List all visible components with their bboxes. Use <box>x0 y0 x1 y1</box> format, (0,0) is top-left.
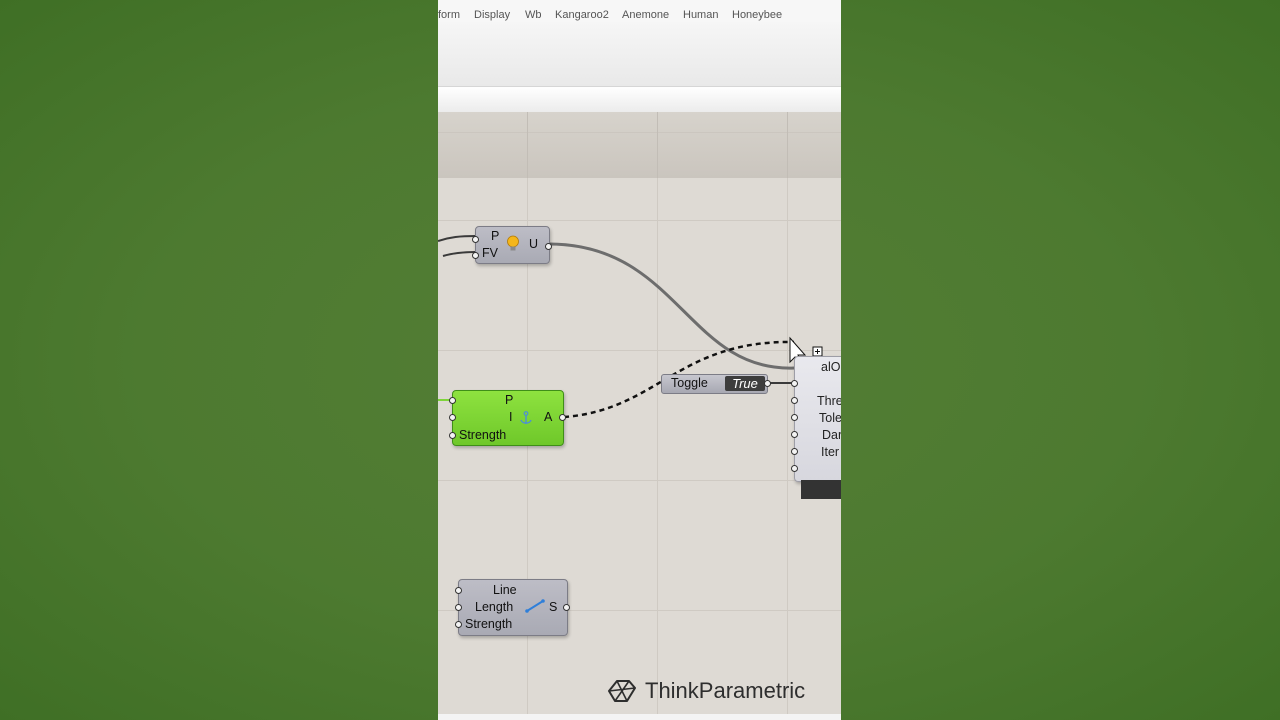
lightbulb-icon <box>507 235 519 251</box>
port-fv[interactable] <box>472 252 479 259</box>
length-component[interactable]: Line Length Strength S <box>455 579 570 636</box>
anchor-component[interactable]: P I Strength A <box>449 390 566 446</box>
input-line: Line <box>493 583 517 597</box>
input-damping: Dar <box>822 428 841 442</box>
port-u[interactable] <box>545 243 552 250</box>
port-toggle-output[interactable] <box>764 380 771 387</box>
output-s: S <box>549 600 558 614</box>
port-p[interactable] <box>449 397 456 404</box>
input-p: P <box>505 393 514 407</box>
port-s[interactable] <box>563 604 570 611</box>
input-fv: FV <box>482 246 498 260</box>
input-strength: Strength <box>465 617 513 631</box>
input-length: Length <box>475 600 514 614</box>
boolean-toggle[interactable]: Toggle True <box>661 374 771 394</box>
port-length[interactable] <box>455 604 462 611</box>
port-strength[interactable] <box>449 432 456 439</box>
port-a[interactable] <box>559 414 566 421</box>
port-p[interactable] <box>472 236 479 243</box>
port-threshold[interactable] <box>791 397 798 404</box>
input-strength: Strength <box>459 428 507 442</box>
toggle-value[interactable]: True <box>725 376 765 391</box>
wire-incoming-p <box>438 235 477 242</box>
output-u: U <box>529 237 539 251</box>
solver-component[interactable]: alO Thre Tole Dar Iter <box>791 356 841 482</box>
port-damping[interactable] <box>791 431 798 438</box>
thinkparametric-logo-icon <box>608 680 636 702</box>
line-length-icon <box>525 599 545 613</box>
thinkparametric-watermark: ThinkParametric <box>605 678 805 704</box>
input-threshold: Thre <box>817 394 841 408</box>
input-i: I <box>509 410 513 424</box>
input-tolerance: Tole <box>819 411 841 425</box>
unary-force-component[interactable]: P FV U <box>472 226 552 264</box>
brand-name: ThinkParametric <box>645 678 806 703</box>
port-iterations[interactable] <box>791 448 798 455</box>
wire-unary-to-solver <box>548 242 795 370</box>
anchor-icon <box>520 411 532 424</box>
port-tolerance[interactable] <box>791 414 798 421</box>
input-p: P <box>491 229 500 243</box>
input-iterations: Iter <box>821 445 840 459</box>
port-reset[interactable] <box>791 380 798 387</box>
grasshopper-window: form Display Wb Kangaroo2 Anemone Human … <box>438 0 841 720</box>
port-i[interactable] <box>449 414 456 421</box>
output-a: A <box>544 410 553 424</box>
solver-header: alO <box>821 360 841 374</box>
port-line[interactable] <box>455 587 462 594</box>
port-extra[interactable] <box>791 465 798 472</box>
port-strength[interactable] <box>455 621 462 628</box>
solver-output-panel <box>801 480 841 499</box>
toggle-label: Toggle <box>671 376 708 390</box>
